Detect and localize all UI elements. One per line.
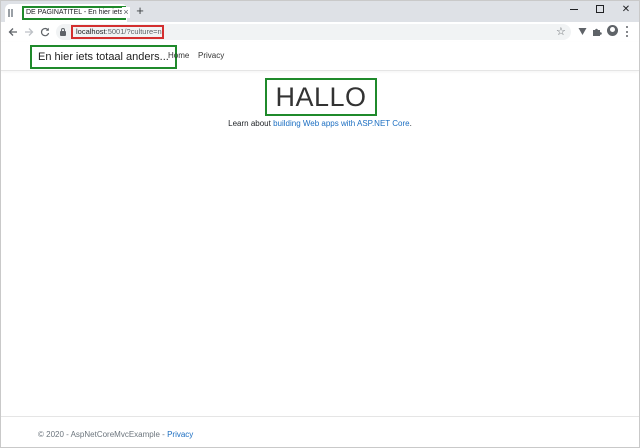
profile-avatar-icon[interactable]	[607, 25, 618, 36]
url-text[interactable]: localhost:5001/?culture=nl	[71, 25, 164, 39]
page-heading: HALLO	[265, 78, 377, 116]
site-footer: © 2020 - AspNetCoreMvcExample - Privacy	[1, 416, 639, 447]
footer-copyright: © 2020 - AspNetCoreMvcExample -	[38, 430, 168, 439]
maximize-icon	[596, 5, 604, 13]
forward-arrow-icon[interactable]	[21, 24, 37, 40]
kebab-menu-icon[interactable]	[626, 26, 629, 37]
lock-icon[interactable]	[60, 28, 66, 36]
url-host: localhost	[76, 27, 106, 36]
site-navbar: En hier iets totaal anders... Home Priva…	[1, 42, 639, 71]
nav-link-privacy[interactable]: Privacy	[198, 51, 224, 60]
lead-paragraph: Learn about building Web apps with ASP.N…	[1, 119, 639, 128]
browser-window: DE PAGINATITEL - En hier iets totaal and…	[0, 0, 640, 448]
vpn-shield-icon[interactable]	[575, 25, 589, 39]
footer-text: © 2020 - AspNetCoreMvcExample - Privacy	[38, 430, 193, 439]
browser-tab[interactable]: DE PAGINATITEL - En hier iets totaal and…	[5, 4, 130, 22]
new-tab-button[interactable]: +	[133, 4, 147, 18]
back-arrow-icon[interactable]	[5, 24, 21, 40]
bookmark-star-icon[interactable]: ☆	[556, 25, 566, 39]
navbar-brand[interactable]: En hier iets totaal anders...	[30, 45, 177, 69]
lead-suffix: .	[409, 119, 412, 128]
puzzle-piece-icon[interactable]	[590, 25, 604, 39]
lead-prefix: Learn about	[228, 119, 274, 128]
maximize-button[interactable]	[587, 1, 613, 17]
page-favicon-icon	[8, 9, 16, 17]
web-page: En hier iets totaal anders... Home Priva…	[1, 42, 639, 447]
window-controls: ✕	[561, 1, 639, 17]
tab-title: DE PAGINATITEL - En hier iets totaal and…	[22, 6, 126, 20]
close-window-button[interactable]: ✕	[613, 1, 639, 17]
address-bar[interactable]: localhost:5001/?culture=nl ☆	[56, 24, 571, 40]
nav-link-home[interactable]: Home	[168, 51, 189, 60]
tab-strip: DE PAGINATITEL - En hier iets totaal and…	[1, 1, 639, 22]
tab-close-icon[interactable]: ×	[122, 7, 130, 18]
footer-privacy-link[interactable]: Privacy	[167, 430, 193, 439]
minimize-button[interactable]	[561, 1, 587, 17]
browser-toolbar: localhost:5001/?culture=nl ☆	[1, 22, 639, 42]
aspnet-docs-link[interactable]: building Web apps with ASP.NET Core	[273, 119, 410, 128]
reload-icon[interactable]	[37, 24, 53, 40]
minimize-icon	[570, 8, 578, 10]
url-path: :5001/?culture=nl	[105, 27, 164, 36]
